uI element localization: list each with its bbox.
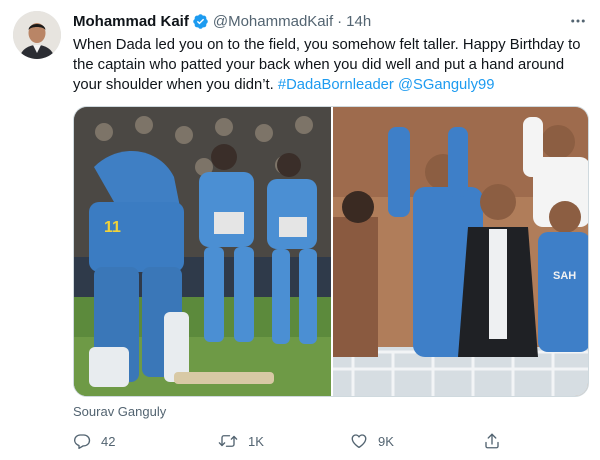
avatar-photo [13, 11, 61, 59]
like-count: 9K [378, 433, 394, 449]
mention-link[interactable]: @SGanguly99 [398, 77, 494, 93]
more-dots-icon [571, 19, 585, 23]
reply-count: 42 [101, 433, 116, 449]
tweet-header: Mohammad Kaif @MohammadKaif · 14h [73, 11, 371, 31]
reply-button[interactable]: 42 [73, 430, 115, 452]
handle[interactable]: @MohammadKaif [213, 13, 333, 30]
retweet-count: 1K [248, 433, 264, 449]
svg-text:11: 11 [104, 219, 121, 236]
display-name[interactable]: Mohammad Kaif [73, 13, 189, 30]
more-options-button[interactable] [567, 10, 589, 32]
verified-badge-icon [192, 13, 209, 30]
media-caption[interactable]: Sourav Ganguly [73, 404, 166, 419]
heart-icon [351, 434, 367, 449]
svg-text:SAH: SAH [553, 270, 576, 282]
like-button[interactable]: 9K [350, 430, 394, 452]
hashtag-link[interactable]: #DadaBornleader [278, 77, 394, 93]
photo-left[interactable]: 11 [74, 107, 331, 396]
action-bar: 42 1K 9K [73, 430, 588, 452]
tweet-text: When Dada led you on to the field, you s… [73, 35, 588, 95]
avatar[interactable] [13, 11, 61, 59]
balcony-celebration-photo: SAH [333, 107, 588, 396]
photo-right[interactable]: SAH [333, 107, 588, 396]
share-upload-icon [485, 433, 499, 449]
share-button[interactable] [483, 430, 501, 452]
separator-dot: · [337, 12, 343, 30]
cricket-celebration-photo: 11 [74, 107, 331, 396]
timestamp[interactable]: 14h [346, 13, 371, 30]
retweet-button[interactable]: 1K [218, 430, 264, 452]
tweet[interactable]: Mohammad Kaif @MohammadKaif · 14h When D… [0, 0, 600, 460]
media-grid: 11 SAH [73, 106, 589, 397]
reply-bubble-icon [73, 434, 91, 450]
retweet-arrows-icon [218, 435, 238, 447]
